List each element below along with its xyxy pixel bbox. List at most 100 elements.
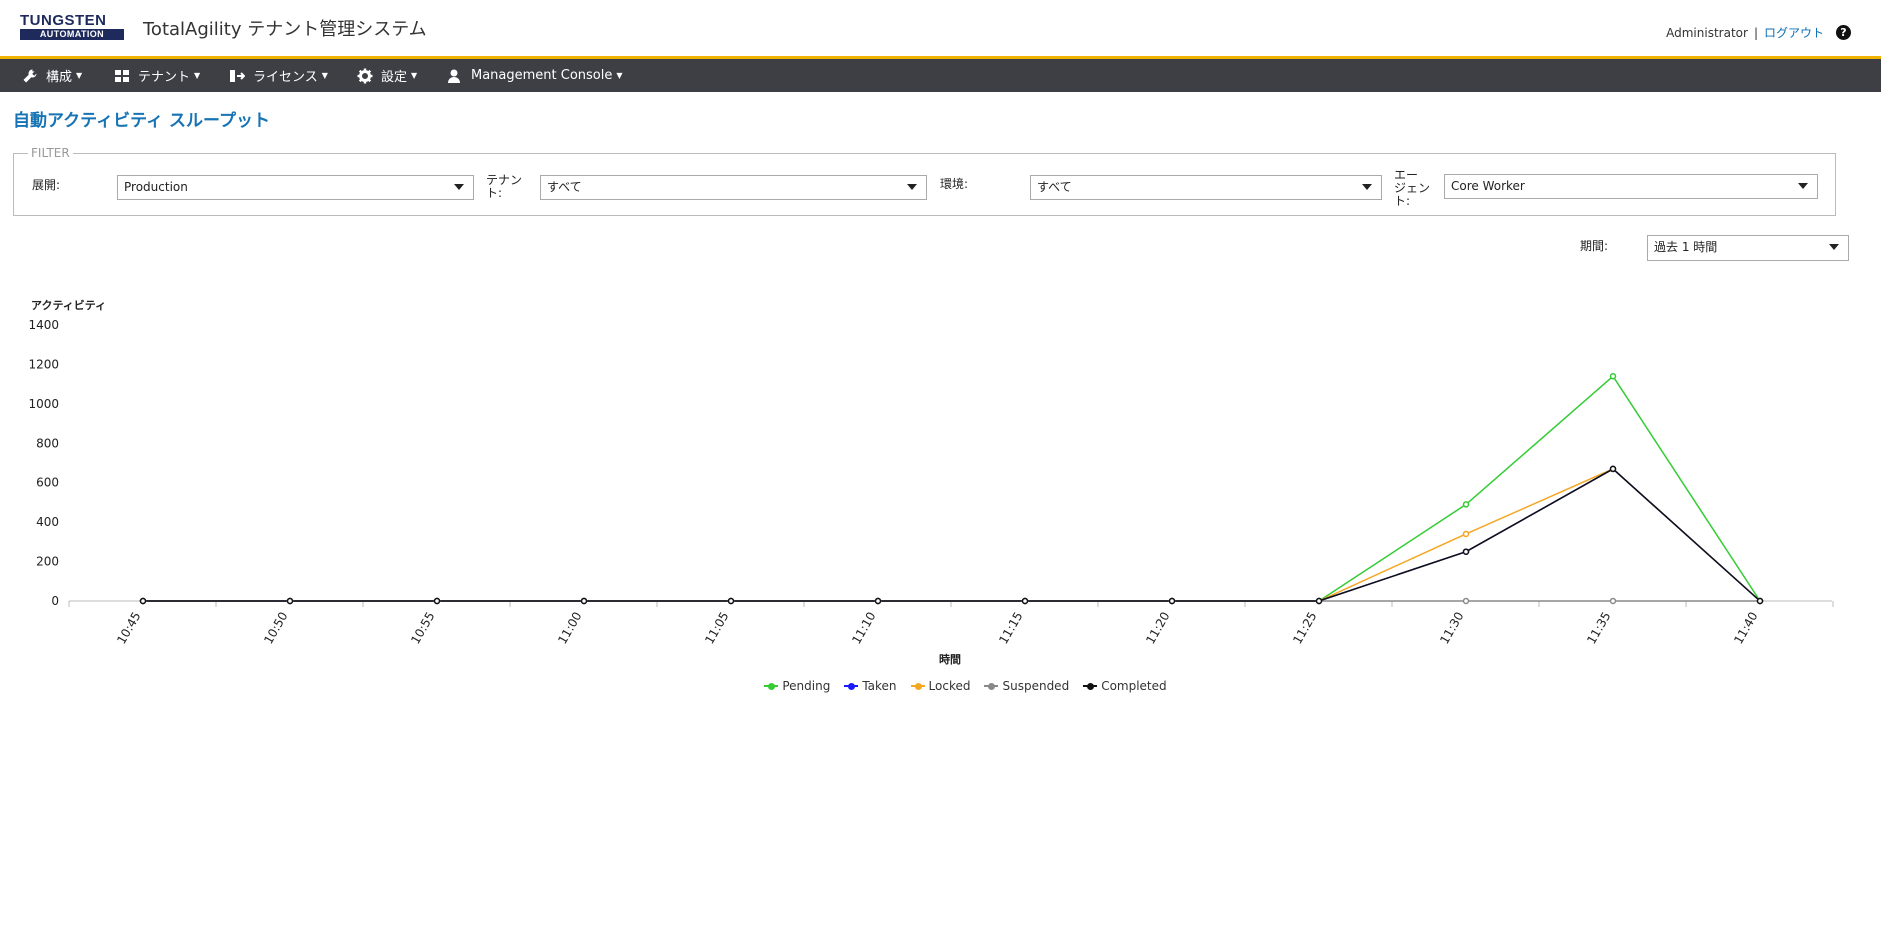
y-tick-label: 1400 xyxy=(28,318,59,332)
user-area: Administrator | ログアウト ? xyxy=(1666,24,1851,41)
grid-icon xyxy=(114,68,130,84)
logo-line2: AUTOMATION xyxy=(20,29,124,40)
user-separator: | xyxy=(1753,25,1758,40)
legend-label: Completed xyxy=(1101,679,1167,693)
data-point-completed xyxy=(286,597,294,605)
logout-link[interactable]: ログアウト xyxy=(1764,24,1824,41)
legend-item-taken[interactable]: Taken xyxy=(844,679,897,693)
dropdown-arrow-icon xyxy=(1798,183,1808,189)
x-tick-label: 11:35 xyxy=(1584,610,1613,647)
nav-item-label: 構成 xyxy=(46,70,73,85)
data-point-suspended xyxy=(1609,597,1617,605)
y-tick-label: 600 xyxy=(36,476,59,490)
agent-value: Core Worker xyxy=(1451,179,1525,193)
data-point-completed xyxy=(727,597,735,605)
legend-item-pending[interactable]: Pending xyxy=(764,679,830,693)
data-point-completed xyxy=(1609,465,1617,473)
caret-down-icon: ▼ xyxy=(616,71,623,80)
x-tick-label: 11:40 xyxy=(1731,610,1760,647)
legend-label: Locked xyxy=(928,679,971,693)
help-icon[interactable]: ? xyxy=(1836,25,1851,40)
nav-item-license[interactable]: ライセンス ▼ xyxy=(229,59,328,92)
user-icon xyxy=(447,68,463,84)
y-tick-label: 1200 xyxy=(28,357,59,371)
deployment-value: Production xyxy=(124,180,188,194)
legend-item-completed[interactable]: Completed xyxy=(1083,679,1167,693)
filter-legend: FILTER xyxy=(31,146,70,160)
nav-item-label: Management Console xyxy=(471,68,613,83)
data-point-completed xyxy=(139,597,147,605)
y-tick-label: 800 xyxy=(36,436,59,450)
x-tick-label: 11:10 xyxy=(849,610,878,647)
y-tick-label: 1000 xyxy=(28,397,59,411)
environment-label: 環境: xyxy=(940,177,969,191)
nav-item-management-console[interactable]: Management Console ▼ xyxy=(447,59,623,92)
series-line-taken xyxy=(143,467,1761,602)
data-point-pending xyxy=(1462,501,1470,508)
period-label: 期間: xyxy=(1580,239,1609,253)
environment-value: すべて xyxy=(1037,180,1072,194)
nav-item-label: ライセンス xyxy=(253,70,318,85)
license-icon xyxy=(229,68,245,84)
series-line-completed xyxy=(143,467,1761,602)
tenant-select[interactable]: すべて xyxy=(540,175,927,200)
data-point-completed xyxy=(433,597,441,605)
legend-label: Suspended xyxy=(1002,679,1070,693)
legend-item-suspended[interactable]: Suspended xyxy=(984,679,1069,693)
data-point-completed xyxy=(580,597,588,605)
dropdown-arrow-icon xyxy=(907,184,917,190)
caret-down-icon: ▼ xyxy=(321,71,328,80)
legend-item-locked[interactable]: Locked xyxy=(910,679,971,693)
x-tick-label: 11:25 xyxy=(1290,610,1319,647)
legend-marker-icon xyxy=(910,681,925,691)
dropdown-arrow-icon xyxy=(1829,244,1839,250)
legend-marker-icon xyxy=(984,681,999,691)
nav-item-settings[interactable]: 設定 ▼ xyxy=(357,59,417,92)
data-point-suspended xyxy=(1462,597,1470,605)
legend-marker-icon xyxy=(1083,681,1098,691)
deployment-label: 展開: xyxy=(32,178,61,192)
y-tick-label: 400 xyxy=(36,515,59,529)
x-tick-label: 10:50 xyxy=(261,610,290,647)
user-name: Administrator xyxy=(1666,25,1748,40)
x-tick-label: 11:05 xyxy=(702,610,731,647)
x-tick-label: 11:20 xyxy=(1143,610,1172,647)
tungsten-logo[interactable]: TUNGSTEN AUTOMATION xyxy=(20,13,124,41)
period-select[interactable]: 過去 1 時間 xyxy=(1647,235,1849,261)
wrench-icon xyxy=(22,68,38,84)
caret-down-icon: ▼ xyxy=(76,71,83,80)
page-title: 自動アクティビティ スループット xyxy=(13,111,271,131)
legend-marker-icon xyxy=(764,681,779,691)
dropdown-arrow-icon xyxy=(454,184,464,190)
x-tick-label: 11:00 xyxy=(555,610,584,647)
x-axis-title: 時間 xyxy=(939,652,961,666)
dropdown-arrow-icon xyxy=(1362,184,1372,190)
caret-down-icon: ▼ xyxy=(411,71,418,80)
data-point-pending xyxy=(1609,373,1617,380)
app-title: TotalAgility テナント管理システム xyxy=(143,19,427,40)
y-axis-title: アクティビティ xyxy=(31,298,106,312)
chart-legend: Pending Taken Locked Suspended Completed xyxy=(0,675,1881,697)
tenant-label: テナン ト: xyxy=(486,174,522,200)
nav-item-tenant[interactable]: テナント ▼ xyxy=(114,59,200,92)
data-point-completed xyxy=(1315,597,1323,605)
legend-label: Pending xyxy=(782,679,831,693)
x-tick-label: 11:30 xyxy=(1437,610,1466,647)
data-point-completed xyxy=(1168,597,1176,605)
nav-item-config[interactable]: 構成 ▼ xyxy=(22,59,82,92)
agent-select[interactable]: Core Worker xyxy=(1444,174,1818,199)
y-tick-label: 0 xyxy=(51,594,59,608)
logo-line1: TUNGSTEN xyxy=(20,12,107,29)
legend-marker-icon xyxy=(844,681,859,691)
gear-icon xyxy=(357,68,373,84)
tenant-value: すべて xyxy=(547,180,582,194)
period-value: 過去 1 時間 xyxy=(1654,240,1718,254)
data-point-completed xyxy=(874,597,882,605)
data-point-completed xyxy=(1462,548,1470,555)
caret-down-icon: ▼ xyxy=(194,71,201,80)
data-point-completed xyxy=(1021,597,1029,605)
deployment-select[interactable]: Production xyxy=(117,175,474,200)
tenant-label-line2: ト: xyxy=(486,186,503,200)
environment-select[interactable]: すべて xyxy=(1030,175,1382,200)
app-header: TUNGSTEN AUTOMATION TotalAgility テナント管理シ… xyxy=(0,0,1881,59)
